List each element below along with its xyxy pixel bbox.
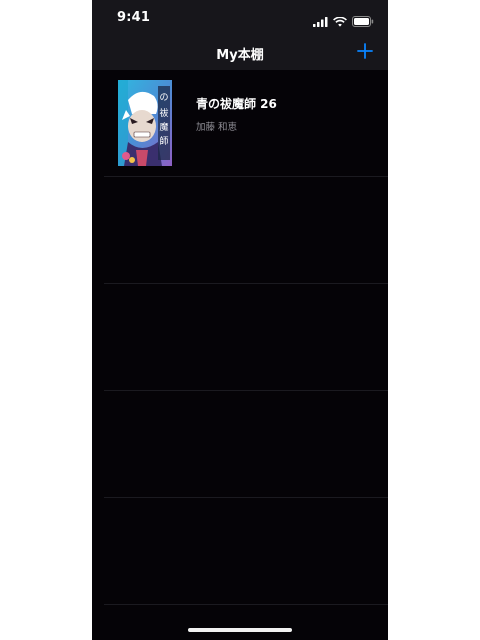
- status-bar: 9:41: [92, 0, 388, 36]
- svg-text:の: の: [159, 93, 168, 103]
- app-screen: 9:41 My本棚 の 祓 魔 師 青の祓魔師 26 加藤 和恵: [92, 0, 388, 640]
- svg-text:魔: 魔: [159, 121, 168, 133]
- empty-shelf-row: [104, 498, 388, 605]
- status-icons: [313, 12, 374, 31]
- wifi-icon: [333, 12, 347, 31]
- book-author: 加藤 和恵: [196, 122, 238, 133]
- empty-shelf-row: [104, 391, 388, 498]
- page-title: My本棚: [216, 48, 264, 63]
- book-list-item[interactable]: の 祓 魔 師 青の祓魔師 26 加藤 和恵: [104, 70, 388, 177]
- empty-shelf-row: [104, 284, 388, 391]
- navigation-bar: My本棚: [92, 36, 388, 70]
- bookshelf-list: の 祓 魔 師 青の祓魔師 26 加藤 和恵: [92, 70, 388, 605]
- book-cover-image: の 祓 魔 師: [118, 80, 172, 166]
- cellular-signal-icon: [313, 12, 328, 31]
- battery-icon: [352, 12, 374, 31]
- svg-text:師: 師: [159, 135, 168, 147]
- status-time: 9:41: [117, 10, 151, 25]
- add-book-button[interactable]: [354, 42, 376, 64]
- plus-icon: [357, 43, 373, 63]
- empty-shelf-row: [104, 177, 388, 284]
- home-indicator[interactable]: [188, 628, 292, 632]
- svg-text:祓: 祓: [159, 107, 168, 119]
- book-title: 青の祓魔師 26: [196, 97, 277, 111]
